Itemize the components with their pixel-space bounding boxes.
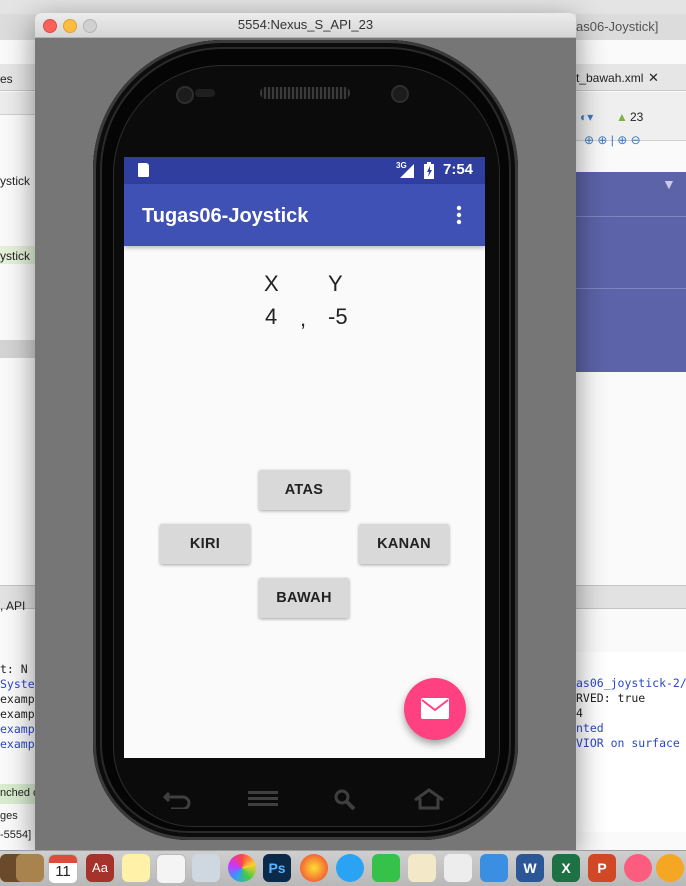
speaker-grille — [260, 87, 350, 99]
window-title: 5554:Nexus_S_API_23 — [237, 17, 374, 32]
sensor-icon — [176, 86, 194, 104]
signal-icon — [400, 164, 414, 178]
ide-tree-item[interactable]: ystick — [0, 174, 30, 188]
ide-console-line: nted — [576, 721, 604, 735]
notes-icon[interactable] — [122, 854, 150, 882]
menu-icon[interactable] — [248, 791, 278, 807]
ide-console-line: t: N — [0, 662, 28, 676]
x-label: X — [264, 271, 279, 296]
emulator-titlebar[interactable]: 5554:Nexus_S_API_23 — [35, 13, 576, 38]
app-title: Tugas06-Joystick — [142, 205, 309, 227]
ide-left-panel: es ystick ystick , API t: N System examp… — [0, 40, 37, 850]
wifi-icon: ▼ — [662, 176, 676, 192]
up-button[interactable]: ATAS — [259, 470, 349, 510]
ide-console-line: 4 — [576, 706, 583, 720]
ide-console-line: exampl — [0, 737, 36, 751]
ide-titlebar-right: as06-Joystick] — [576, 14, 686, 41]
close-icon[interactable]: ✕ — [648, 70, 659, 86]
globe-icon[interactable]: ◐▾ — [580, 110, 593, 124]
overflow-menu-icon[interactable] — [456, 205, 462, 225]
ide-console-line: as06_joystick-2/ — [576, 676, 686, 690]
contacts-icon[interactable] — [16, 854, 44, 882]
y-label: Y — [328, 271, 343, 296]
keynote-icon[interactable] — [480, 854, 508, 882]
calendar-icon[interactable]: 11 — [48, 854, 78, 884]
ide-status-text: ges — [0, 810, 18, 822]
pages-icon[interactable] — [408, 854, 436, 882]
x-value: 4 — [265, 304, 278, 329]
y-value: -5 — [328, 304, 348, 329]
ide-status-text: nched c — [0, 787, 37, 799]
front-camera-icon — [391, 85, 409, 103]
back-icon[interactable] — [163, 789, 191, 809]
ide-status-text: -5554] — [0, 829, 32, 841]
status-bar: 3G 7:54 — [124, 157, 485, 184]
search-icon[interactable] — [333, 788, 357, 812]
ide-console-line: exampl — [0, 722, 36, 736]
ide-toolbar-left — [0, 14, 36, 41]
app-bar: Tugas06-Joystick — [124, 184, 485, 246]
music-icon[interactable] — [624, 854, 652, 882]
facetime-icon[interactable] — [372, 854, 400, 882]
ide-window-title: as06-Joystick] — [576, 19, 659, 34]
messages-icon[interactable] — [336, 854, 364, 882]
mail-fab-button[interactable] — [404, 678, 466, 740]
ide-console-line: System — [0, 677, 36, 691]
photos-icon[interactable] — [228, 854, 256, 882]
calendar-date: 11 — [55, 863, 71, 880]
layout-preview — [576, 172, 686, 372]
ide-console-line: exampl — [0, 707, 36, 721]
battery-icon — [424, 162, 434, 179]
mail-icon — [421, 698, 449, 719]
excel-icon[interactable]: X — [552, 854, 580, 882]
numbers-icon[interactable] — [444, 854, 472, 882]
ide-editor-tab[interactable]: t_bawah.xml — [576, 71, 643, 85]
ide-console-line: VIOR on surface — [576, 736, 680, 750]
sd-card-icon — [138, 163, 149, 177]
right-button[interactable]: KANAN — [359, 524, 449, 564]
clock: 7:54 — [443, 161, 474, 178]
android-icon[interactable]: ▲ — [616, 110, 628, 124]
api-level[interactable]: 23 — [630, 110, 643, 124]
home-icon[interactable] — [413, 788, 445, 810]
ide-tree-item[interactable]: ystick — [0, 249, 30, 263]
ide-device-label: , API — [0, 599, 26, 613]
emulator-window: 5554:Nexus_S_API_23 3G 7:54 Tugas06-Joys… — [35, 13, 576, 850]
app-icon[interactable] — [300, 854, 328, 882]
zoom-icon[interactable]: ⊕ ⊕ | ⊕ ⊖ — [584, 133, 641, 147]
app-icon[interactable] — [656, 854, 684, 882]
ide-title-strip — [0, 0, 686, 14]
reminders-icon[interactable] — [156, 854, 186, 884]
ide-console-line: RVED: true — [576, 691, 646, 705]
preview-icon[interactable] — [192, 854, 220, 882]
coord-separator: , — [300, 306, 307, 331]
photoshop-icon[interactable]: Ps — [263, 854, 291, 882]
powerpoint-icon[interactable]: P — [588, 854, 616, 882]
ide-console-line: exampl — [0, 692, 36, 706]
word-icon[interactable]: W — [516, 854, 544, 882]
dictionary-icon[interactable]: Aa — [86, 854, 114, 882]
sensor-icon — [195, 89, 215, 97]
device-screen: 3G 7:54 Tugas06-Joystick X Y 4 , -5 ATAS… — [124, 157, 485, 758]
dock: 11 Aa Ps W X P — [0, 850, 686, 886]
ide-breadcrumb: es — [0, 72, 13, 86]
left-button[interactable]: KIRI — [160, 524, 250, 564]
ide-right-panel: t_bawah.xml ✕ ◐▾ ▲ 23 ⊕ ⊕ | ⊕ ⊖ ▼ as06_j… — [576, 40, 686, 850]
down-button[interactable]: BAWAH — [259, 578, 349, 618]
